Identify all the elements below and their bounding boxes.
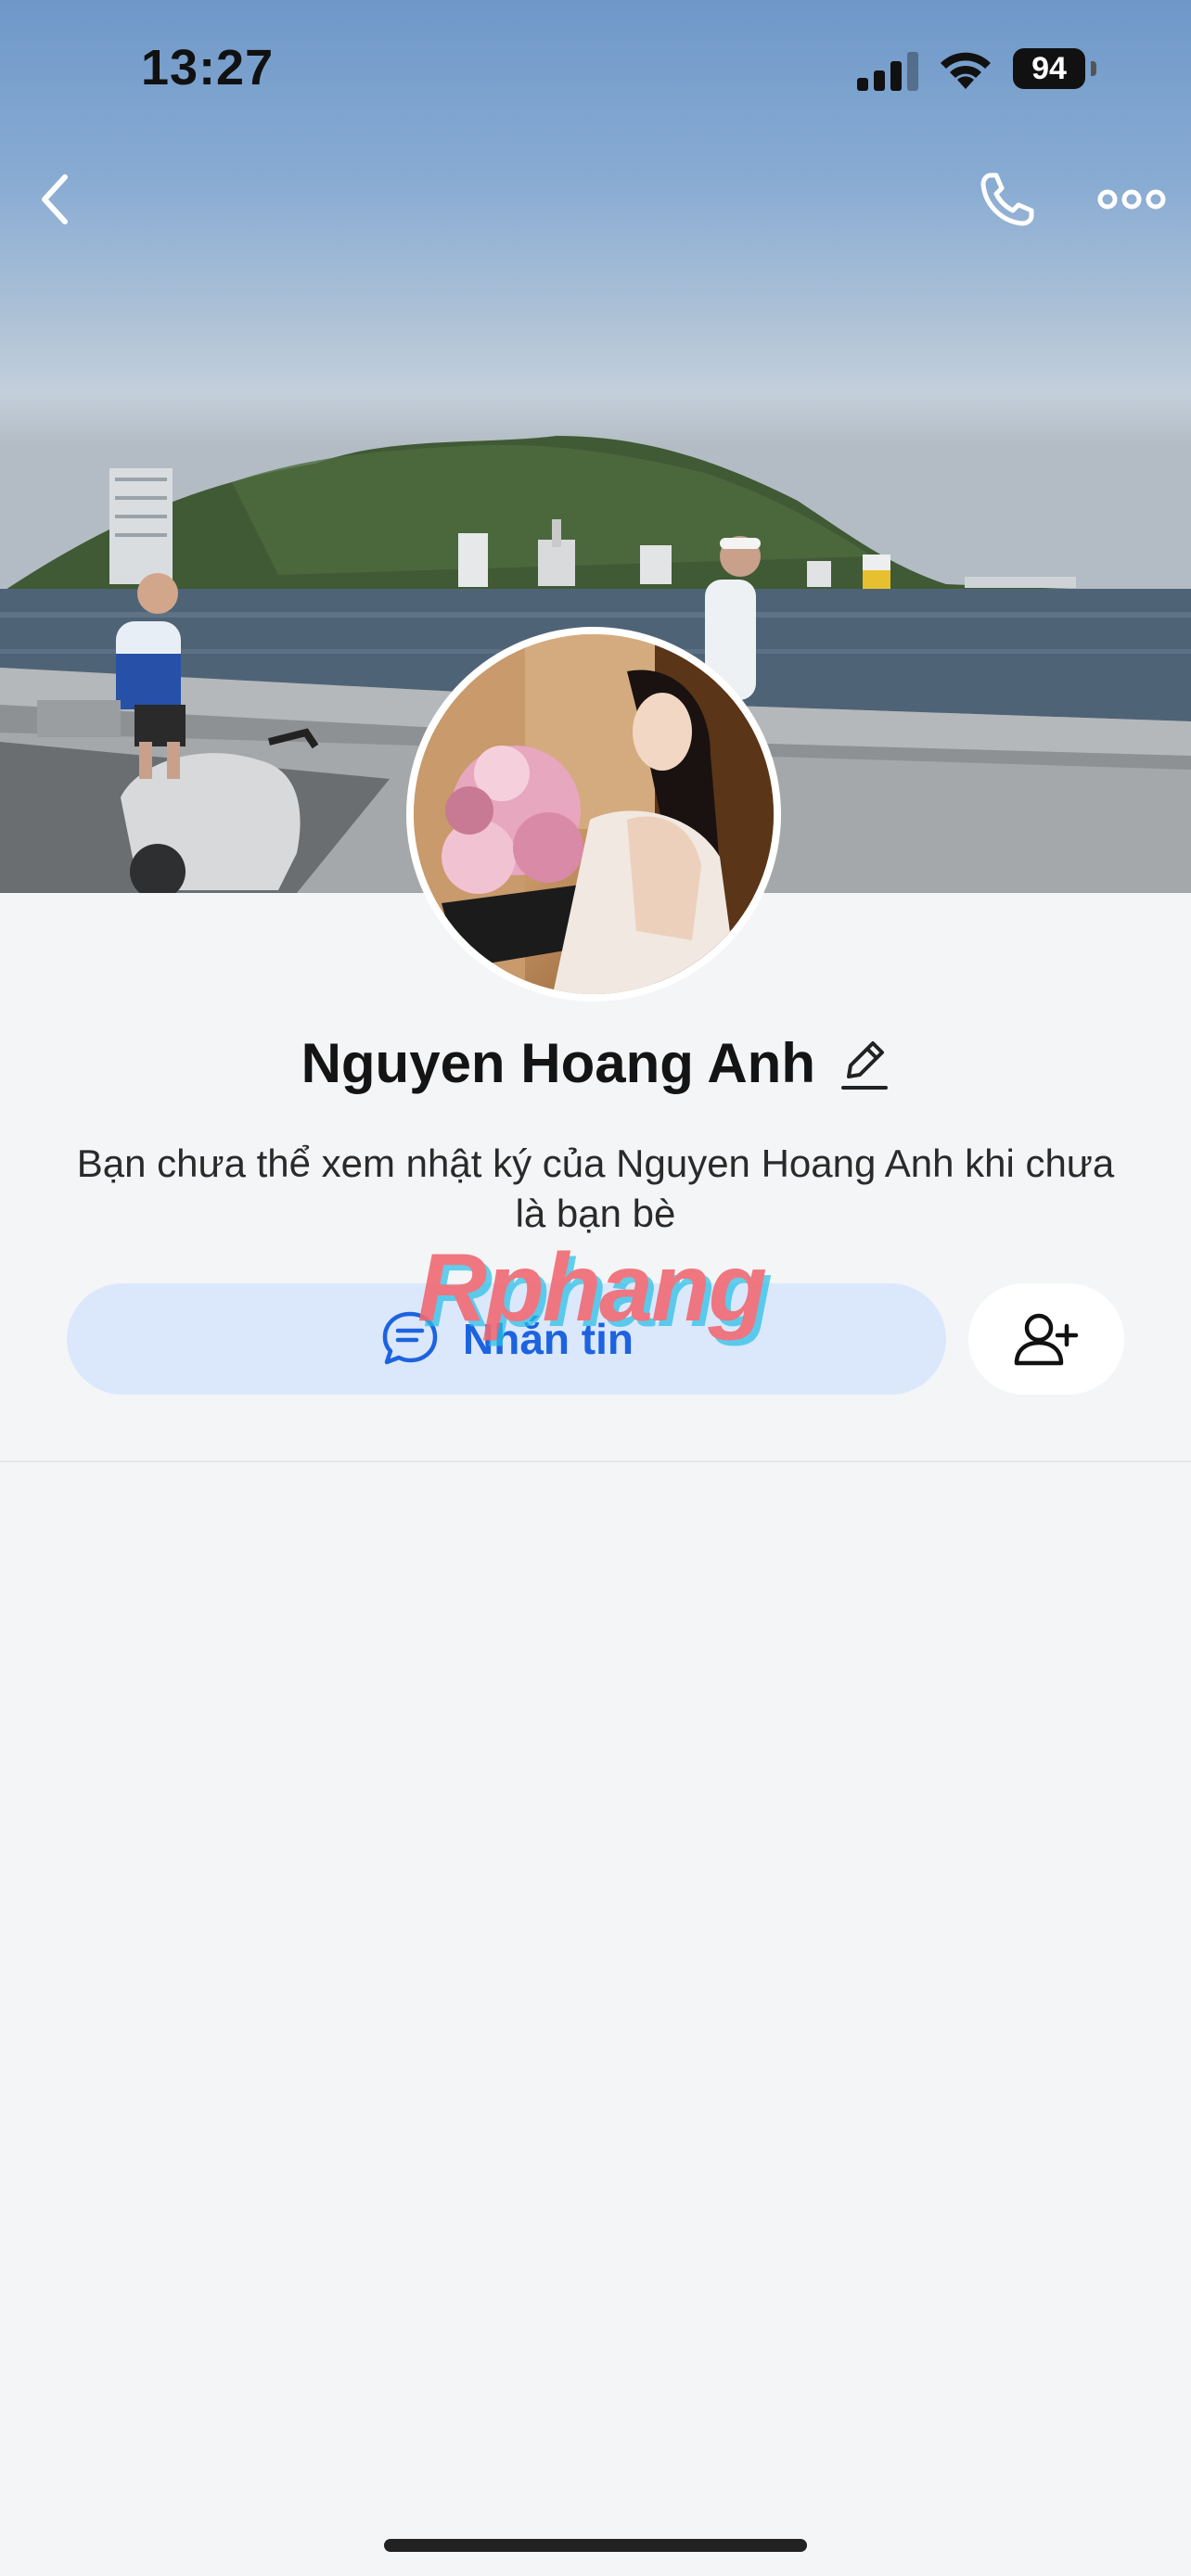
battery-icon: 94 xyxy=(1013,48,1085,89)
avatar[interactable] xyxy=(406,627,781,1001)
profile-name: Nguyen Hoang Anh xyxy=(301,1032,815,1094)
chevron-left-icon xyxy=(42,174,68,224)
user-plus-icon xyxy=(1014,1313,1079,1366)
home-indicator[interactable] xyxy=(384,2539,807,2552)
battery-tip xyxy=(1091,61,1096,76)
ellipsis-icon xyxy=(1097,189,1166,210)
pencil-icon[interactable] xyxy=(838,1034,890,1093)
back-button[interactable] xyxy=(20,162,95,236)
more-button[interactable] xyxy=(1095,162,1169,236)
status-bar: 13:27 94 xyxy=(0,0,1191,139)
call-button[interactable] xyxy=(970,162,1044,236)
profile-name-row: Nguyen Hoang Anh xyxy=(0,1031,1191,1105)
watermark-logo: Rphang xyxy=(417,1234,767,1342)
avatar-photo xyxy=(414,634,774,994)
privacy-notice: Bạn chưa thể xem nhật ký của Nguyen Hoan… xyxy=(76,1141,1115,1235)
wifi-icon xyxy=(941,52,991,89)
phone-icon xyxy=(980,172,1034,226)
cellular-signal-icon xyxy=(857,52,918,91)
status-time: 13:27 xyxy=(141,40,275,96)
section-divider xyxy=(0,1460,1191,1462)
add-friend-button[interactable] xyxy=(968,1283,1124,1395)
